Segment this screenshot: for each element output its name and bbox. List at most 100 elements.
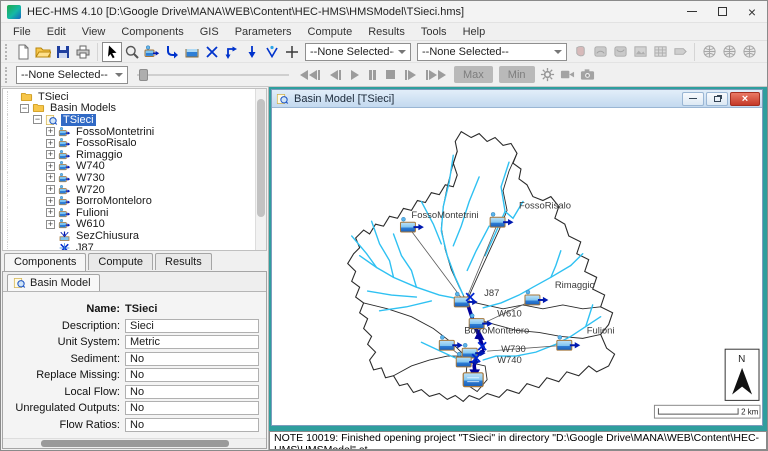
menu-compute[interactable]: Compute	[300, 26, 361, 38]
expand-icon[interactable]: +	[46, 208, 55, 218]
tab-basin-model[interactable]: Basin Model	[7, 274, 100, 291]
tree-item-sezchiusura[interactable]: SezChiusura	[7, 230, 255, 242]
tree-item-tsieci[interactable]: TSieci	[7, 91, 255, 103]
min-button[interactable]: Min	[498, 66, 535, 83]
tree-item-basin models[interactable]: − Basin Models	[7, 102, 255, 114]
expand-icon[interactable]: +	[46, 138, 55, 148]
expand-icon[interactable]: +	[46, 127, 55, 137]
tree-item-w610[interactable]: + W610	[7, 218, 255, 230]
tree-item-rimaggio[interactable]: + Rimaggio	[7, 149, 255, 161]
tab-components[interactable]: Components	[4, 253, 87, 271]
property-value[interactable]: No	[125, 384, 259, 399]
toolbar-grip[interactable]	[5, 43, 9, 60]
layer-selector[interactable]: --None Selected--	[417, 42, 567, 61]
settings-gear-icon[interactable]	[538, 65, 558, 85]
window-minimize-button[interactable]	[682, 91, 704, 106]
menu-tools[interactable]: Tools	[413, 26, 455, 38]
globe-icon[interactable]	[699, 42, 719, 62]
reservoir-tool-icon[interactable]	[182, 42, 202, 62]
property-value[interactable]: Metric	[125, 335, 259, 350]
map-layer-icon[interactable]	[590, 42, 610, 62]
pointer-tool-icon[interactable]	[102, 41, 122, 62]
menu-view[interactable]: View	[74, 26, 114, 38]
hand-tool-icon[interactable]	[570, 42, 590, 62]
toolbar-grip[interactable]	[5, 66, 9, 83]
reach-tool-icon[interactable]	[162, 42, 182, 62]
collapse-icon[interactable]: −	[20, 103, 29, 113]
diversion-tool-icon[interactable]	[222, 42, 242, 62]
skip-back-icon[interactable]	[295, 65, 325, 85]
tree-item-j87[interactable]: J87	[7, 242, 255, 250]
property-value[interactable]: No	[125, 401, 259, 416]
save-icon[interactable]	[53, 42, 73, 62]
menu-help[interactable]: Help	[455, 26, 494, 38]
element-selector[interactable]: --None Selected--	[305, 42, 411, 61]
collapse-icon[interactable]: −	[33, 115, 42, 125]
tree-item-w720[interactable]: + W720	[7, 184, 255, 196]
globe3-icon[interactable]	[739, 42, 759, 62]
open-folder-icon[interactable]	[33, 42, 53, 62]
expand-icon[interactable]: +	[46, 185, 55, 195]
subbasin-tool-icon[interactable]	[142, 42, 162, 62]
menu-results[interactable]: Results	[360, 26, 413, 38]
image-layer-icon[interactable]	[630, 42, 650, 62]
print-icon[interactable]	[73, 42, 93, 62]
menu-file[interactable]: File	[5, 26, 39, 38]
expand-icon[interactable]: +	[46, 219, 55, 229]
sink-tool-icon[interactable]	[262, 42, 282, 62]
property-value[interactable]: No	[125, 417, 259, 432]
scrollbar-thumb[interactable]	[257, 99, 265, 217]
stop-icon[interactable]	[381, 65, 400, 85]
editor-horizontal-scrollbar[interactable]	[3, 438, 266, 448]
tab-compute[interactable]: Compute	[88, 253, 154, 270]
pause-icon[interactable]	[364, 65, 381, 85]
close-button[interactable]: ×	[737, 1, 767, 22]
new-file-icon[interactable]	[13, 42, 33, 62]
junction-tool-icon[interactable]	[202, 42, 222, 62]
fast-forward-icon[interactable]	[421, 65, 451, 85]
slider-handle[interactable]	[139, 68, 148, 81]
expand-icon[interactable]: +	[46, 173, 55, 183]
tree-vertical-scrollbar[interactable]	[255, 89, 266, 250]
source-tool-icon[interactable]	[242, 42, 262, 62]
grid-layer-icon[interactable]	[650, 42, 670, 62]
tree-item-w740[interactable]: + W740	[7, 160, 255, 172]
subbasin-element-icon[interactable]	[489, 211, 515, 229]
tree-item-fossomontetrini[interactable]: + FossoMontetrini	[7, 126, 255, 138]
menu-gis[interactable]: GIS	[192, 26, 227, 38]
time-slider[interactable]	[137, 65, 289, 85]
window-restore-button[interactable]	[706, 91, 728, 106]
expand-icon[interactable]: +	[46, 161, 55, 171]
menu-edit[interactable]: Edit	[39, 26, 74, 38]
step-forward-icon[interactable]	[400, 65, 421, 85]
minimize-button[interactable]	[677, 1, 707, 22]
map-layer2-icon[interactable]	[610, 42, 630, 62]
subbasin-element-icon[interactable]	[523, 289, 550, 306]
play-icon[interactable]	[346, 65, 364, 85]
expand-icon[interactable]: +	[46, 150, 55, 160]
max-button[interactable]: Max	[454, 66, 493, 83]
window-close-button[interactable]: ×	[730, 91, 760, 106]
property-value[interactable]: No	[125, 368, 259, 383]
label-layer-icon[interactable]	[670, 42, 690, 62]
basin-map-canvas[interactable]: N 2 km FossoMontetrini FossoRisalo J87 Rima…	[272, 108, 762, 425]
tree-item-fossorisalo[interactable]: + FossoRisalo	[7, 137, 255, 149]
crosshair-icon[interactable]	[282, 42, 302, 62]
step-back-icon[interactable]	[325, 65, 346, 85]
sink-sezchiusura-icon[interactable]	[462, 372, 484, 388]
zoom-tool-icon[interactable]	[122, 42, 142, 62]
scrollbar-thumb[interactable]	[41, 440, 229, 447]
property-value[interactable]: No	[125, 351, 259, 366]
compute-selector[interactable]: --None Selected--	[16, 65, 128, 84]
menu-parameters[interactable]: Parameters	[227, 26, 300, 38]
video-capture-icon[interactable]	[558, 65, 578, 85]
property-value[interactable]: Sieci	[125, 318, 259, 333]
basin-model-window-titlebar[interactable]: Basin Model [TSieci] ×	[272, 90, 762, 108]
tree-item-w730[interactable]: + W730	[7, 172, 255, 184]
tree-item-borromonteloro[interactable]: + BorroMonteloro	[7, 195, 255, 207]
subbasin-element-icon[interactable]	[438, 334, 464, 352]
globe2-icon[interactable]	[719, 42, 739, 62]
maximize-button[interactable]	[707, 1, 737, 22]
tree-item-fulioni[interactable]: + Fulioni	[7, 207, 255, 219]
tree-item-tsieci[interactable]: − TSieci	[7, 113, 255, 126]
